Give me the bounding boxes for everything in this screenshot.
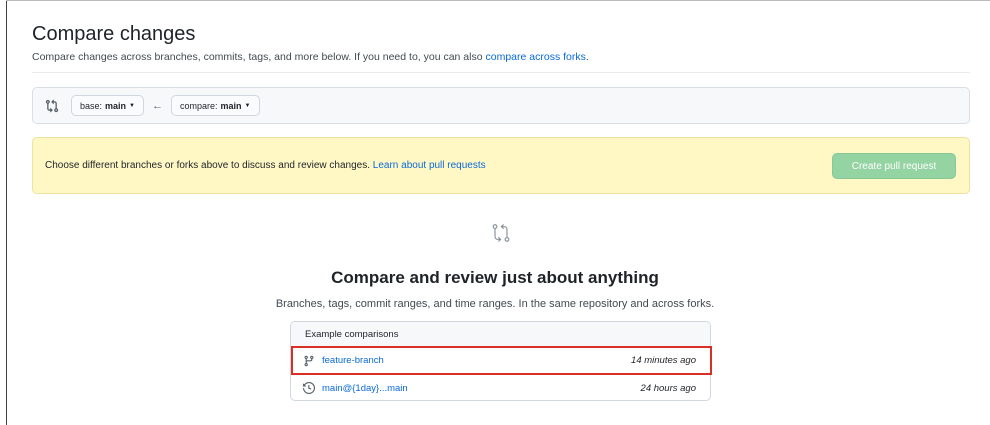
base-branch-select[interactable]: base: main ▼: [71, 95, 144, 116]
page-subtitle: Compare changes across branches, commits…: [32, 51, 970, 63]
history-icon: [303, 382, 315, 394]
example-row-feature-branch[interactable]: feature-branch 14 minutes ago: [291, 347, 710, 374]
learn-about-pull-requests-link[interactable]: Learn about pull requests: [373, 160, 486, 171]
flash-notice: Choose different branches or forks above…: [32, 137, 970, 194]
example-row-main-1day[interactable]: main@{1day}...main 24 hours ago: [291, 374, 710, 400]
subtitle-suffix: .: [585, 51, 589, 63]
compare-branch-select[interactable]: compare: main ▼: [171, 95, 260, 116]
example-comparisons-box: Example comparisons feature-branch 14 mi…: [290, 321, 711, 401]
blankslate-title: Compare and review just about anything: [331, 268, 659, 287]
chevron-down-icon: ▼: [244, 102, 251, 109]
page-title: Compare changes: [32, 23, 196, 45]
subtitle-text: Compare changes across branches, commits…: [32, 51, 486, 63]
git-compare-icon: [45, 99, 59, 113]
example-link[interactable]: feature-branch: [322, 355, 384, 366]
compare-label: compare:: [180, 100, 218, 111]
window-left-border: [6, 0, 7, 425]
create-pull-request-button[interactable]: Create pull request: [832, 153, 956, 179]
git-branch-icon: [303, 355, 315, 367]
window-top-border: [6, 0, 990, 1]
header-divider: [32, 72, 970, 73]
compare-value: main: [220, 100, 242, 111]
chevron-down-icon: ▼: [129, 102, 135, 109]
git-compare-large-icon: [490, 222, 512, 244]
base-label: base:: [80, 100, 103, 111]
page-header: Compare changes Compare changes across b…: [32, 22, 970, 63]
flash-message: Choose different branches or forks above…: [45, 160, 486, 171]
example-link[interactable]: main@{1day}...main: [322, 383, 408, 394]
arrow-left-icon: ←: [152, 99, 163, 112]
compare-across-forks-link[interactable]: compare across forks: [486, 51, 586, 63]
range-editor: base: main ▼ ← compare: main ▼: [32, 87, 970, 124]
example-comparisons-header: Example comparisons: [291, 322, 710, 347]
blankslate-subtitle: Branches, tags, commit ranges, and time …: [275, 298, 715, 310]
base-value: main: [105, 100, 127, 111]
example-time: 14 minutes ago: [631, 355, 696, 366]
example-time: 24 hours ago: [640, 382, 696, 394]
flash-text: Choose different branches or forks above…: [45, 160, 373, 171]
